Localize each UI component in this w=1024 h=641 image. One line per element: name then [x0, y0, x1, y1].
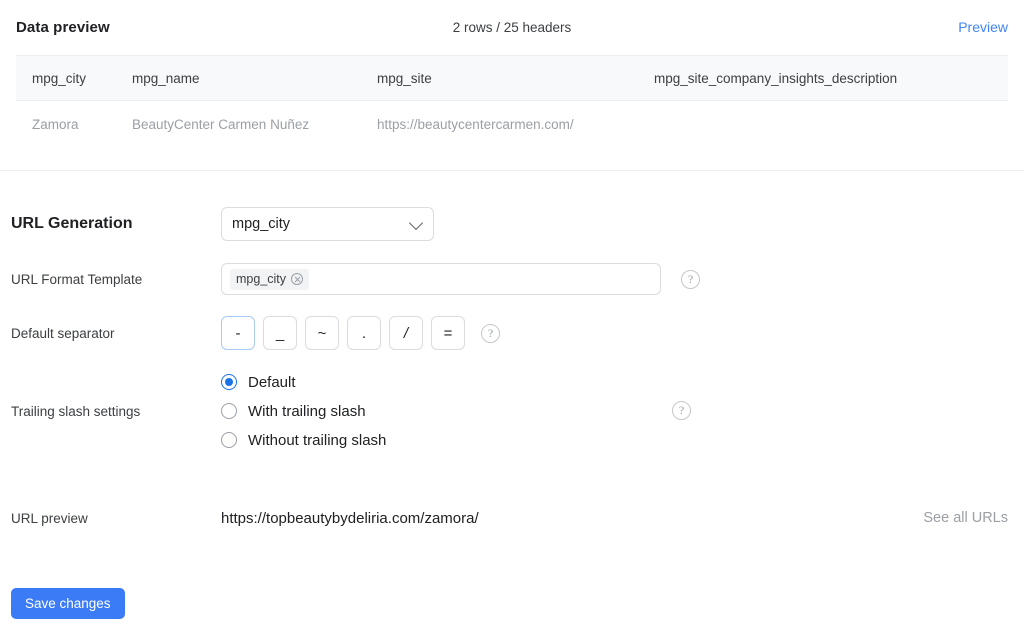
page-title: Data preview: [16, 18, 110, 36]
radio-option-default[interactable]: Default: [221, 374, 386, 391]
help-icon-url-format-template[interactable]: ?: [681, 269, 700, 289]
separator-button-equals[interactable]: =: [431, 316, 465, 350]
data-preview-table: mpg_city mpg_name mpg_site mpg_site_comp…: [16, 55, 1008, 147]
trailing-slash-label: Trailing slash settings: [11, 403, 141, 419]
preview-link[interactable]: Preview: [958, 19, 1008, 35]
url-format-template-input[interactable]: mpg_city: [221, 263, 661, 295]
cell-mpg-name: BeautyCenter Carmen Nuñez: [132, 116, 310, 132]
url-format-template-label: URL Format Template: [11, 271, 143, 287]
section-divider: [0, 170, 1024, 171]
separator-button-underscore[interactable]: _: [263, 316, 297, 350]
radio-with-trailing-slash-indicator[interactable]: [221, 403, 237, 419]
separator-button-hyphen[interactable]: -: [221, 316, 255, 350]
radio-without-trailing-slash-label: Without trailing slash: [248, 431, 387, 449]
radio-option-without-trailing-slash[interactable]: Without trailing slash: [221, 432, 386, 449]
column-header-mpg-site-company-insights-description: mpg_site_company_insights_description: [654, 70, 898, 86]
separator-button-group: - _ ~ . / = ?: [221, 316, 500, 350]
radio-with-trailing-slash-label: With trailing slash: [248, 402, 366, 420]
cell-mpg-city: Zamora: [32, 116, 79, 132]
cell-mpg-site: https://beautycentercarmen.com/: [377, 116, 574, 132]
column-header-mpg-city: mpg_city: [32, 70, 87, 86]
separator-button-tilde[interactable]: ~: [305, 316, 339, 350]
help-icon-default-separator[interactable]: ?: [481, 323, 500, 343]
separator-button-slash[interactable]: /: [389, 316, 423, 350]
url-preview-label: URL preview: [11, 510, 88, 526]
url-generation-row: URL Generation mpg_city: [0, 207, 1024, 241]
url-format-template-row: URL Format Template mpg_city ?: [0, 262, 1024, 296]
table-header-row: mpg_city mpg_name mpg_site mpg_site_comp…: [16, 55, 1008, 101]
help-icon-trailing-slash[interactable]: ?: [672, 401, 691, 420]
column-header-mpg-name: mpg_name: [132, 70, 200, 86]
default-separator-label: Default separator: [11, 325, 115, 341]
radio-without-trailing-slash-indicator[interactable]: [221, 432, 237, 448]
radio-default-label: Default: [248, 373, 296, 391]
radio-option-with-trailing-slash[interactable]: With trailing slash: [221, 403, 386, 420]
column-header-mpg-site: mpg_site: [377, 70, 432, 86]
trailing-slash-row: Trailing slash settings Default With tra…: [0, 365, 1024, 457]
save-changes-button[interactable]: Save changes: [11, 588, 125, 619]
url-preview-value: https://topbeautybydeliria.com/zamora/: [221, 509, 479, 527]
data-preview-header: Data preview 2 rows / 25 headers Preview: [0, 0, 1024, 54]
separator-button-dot[interactable]: .: [347, 316, 381, 350]
url-generation-select-value: mpg_city: [232, 216, 291, 232]
url-preview-row: URL preview https://topbeautybydeliria.c…: [0, 503, 1024, 533]
template-token-chip[interactable]: mpg_city: [230, 268, 310, 290]
see-all-urls-link[interactable]: See all URLs: [923, 510, 1008, 526]
remove-token-icon[interactable]: [291, 273, 304, 285]
radio-default-indicator[interactable]: [221, 374, 237, 390]
chevron-down-icon: [408, 215, 424, 231]
trailing-slash-radio-group: Default With trailing slash Without trai…: [221, 374, 386, 449]
url-generation-select[interactable]: mpg_city: [221, 207, 434, 241]
row-header-count: 2 rows / 25 headers: [452, 19, 572, 35]
template-token-label: mpg_city: [236, 272, 287, 286]
default-separator-row: Default separator - _ ~ . / = ?: [0, 315, 1024, 351]
table-row: Zamora BeautyCenter Carmen Nuñez https:/…: [16, 101, 1008, 147]
url-generation-label: URL Generation: [11, 215, 133, 232]
